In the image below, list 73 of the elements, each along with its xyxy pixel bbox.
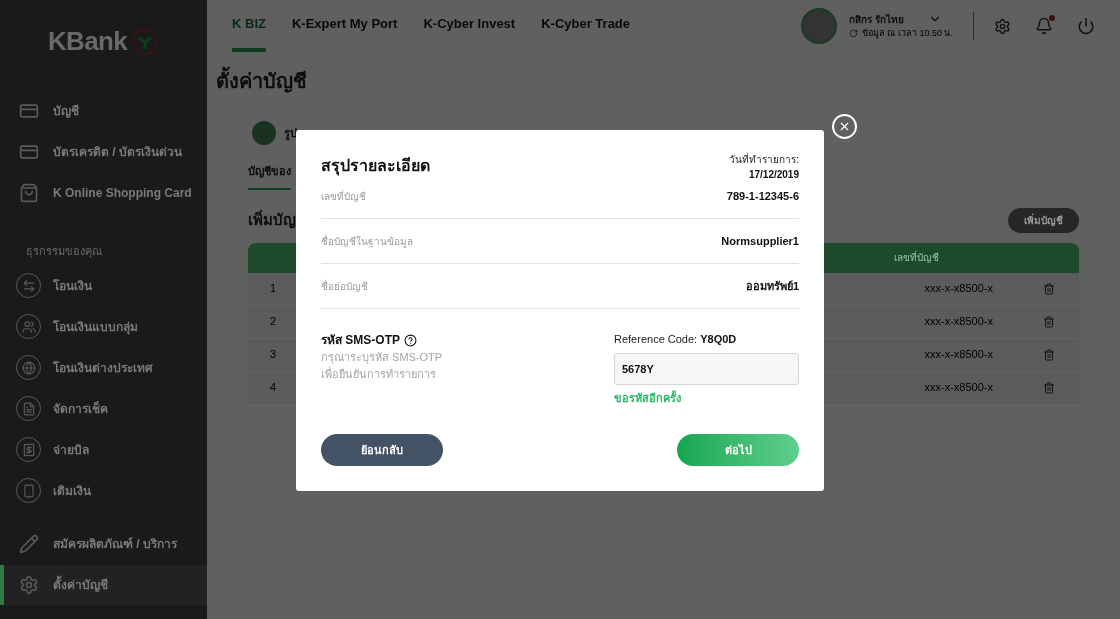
- sidebar-label: โอนเงินแบบกลุ่ม: [53, 318, 138, 336]
- refresh-icon[interactable]: [848, 29, 858, 38]
- otp-input-field[interactable]: 5678Y: [614, 352, 799, 385]
- field-label: เลขที่บัญชี: [321, 188, 366, 204]
- dialog-title: สรุปรายละเอียด: [321, 156, 430, 178]
- row-number: 3: [268, 347, 278, 363]
- sidebar-item[interactable]: โอนเงิน: [0, 265, 207, 306]
- close-button[interactable]: [832, 114, 857, 139]
- sidebar-item[interactable]: K Online Shopping Card: [0, 173, 207, 213]
- top-tab[interactable]: K-Cyber Invest: [423, 0, 516, 52]
- page-title: ตั้งค่าบัญชี: [216, 66, 1111, 96]
- notification-button[interactable]: [1035, 17, 1053, 35]
- section-heading: เพิ่มบัญ: [248, 208, 296, 231]
- account-number: xxx-x-x8500-x: [924, 380, 993, 396]
- update-time: ข้อมูล ณ เวลา 10.50 น.: [861, 26, 953, 41]
- close-icon: [838, 120, 851, 133]
- sidebar-label: ตั้งค่าบัญชี: [53, 575, 108, 594]
- resend-link[interactable]: ขอรหัสอีกครั้ง: [614, 389, 799, 406]
- top-tab[interactable]: K-Expert My Port: [291, 0, 398, 52]
- account-number: xxx-x-x8500-x: [924, 281, 993, 297]
- row-number: 1: [268, 281, 278, 297]
- delete-icon[interactable]: [1043, 381, 1055, 394]
- sidebar-item[interactable]: บัญชี: [0, 91, 207, 131]
- next-button[interactable]: ต่อไป: [677, 434, 799, 466]
- field-value: 789-1-12345-6: [726, 188, 799, 204]
- sidebar-label: เติมเงิน: [53, 482, 91, 500]
- date-value: 17/12/2019: [748, 168, 799, 182]
- column-header: เลขที่บัญชี: [894, 250, 939, 265]
- sidebar-label: จ่ายบิล: [53, 441, 89, 459]
- sidebar-label: จัดการเช็ค: [53, 400, 108, 418]
- sidebar-label: โอนเงินต่างประเทศ: [53, 359, 153, 377]
- otp-hint: กรุณาระบุรหัส SMS-OTP เพื่อยืนยันการทำรายการ: [321, 350, 443, 382]
- sidebar-label: K Online Shopping Card: [53, 185, 192, 202]
- account-tab[interactable]: บัญชีของ: [248, 163, 291, 190]
- reference-code: Reference Code: Y8Q0D: [614, 332, 738, 347]
- account-number: xxx-x-x8500-x: [924, 347, 993, 363]
- sidebar-label: สมัครผลิตภัณฑ์ / บริการ: [53, 535, 177, 553]
- sidebar-label: บัตรเครดิต / บัตรเงินด่วน: [53, 144, 182, 161]
- avatar[interactable]: [800, 8, 837, 44]
- help-icon[interactable]: [404, 333, 417, 347]
- date-label: วันที่ทำรายการ:: [729, 152, 799, 167]
- top-tab[interactable]: K-Cyber Trade: [541, 0, 631, 52]
- field-label: ชื่อบัญชีในฐานข้อมูล: [321, 233, 413, 249]
- row-number: 4: [268, 380, 278, 396]
- field-value: ออมทรัพย์1: [745, 278, 799, 294]
- back-button[interactable]: ย้อนกลับ: [321, 434, 443, 466]
- delete-icon[interactable]: [1043, 282, 1055, 295]
- sidebar-label: บัญชี: [53, 103, 79, 120]
- sidebar-item[interactable]: โอนเงินแบบกลุ่ม: [0, 306, 207, 347]
- logo-text: KBank: [47, 25, 128, 58]
- sidebar-item[interactable]: ตั้งค่าบัญชี: [0, 564, 207, 605]
- settings-icon[interactable]: [994, 17, 1011, 35]
- field-label: ชื่อย่อบัญชี: [321, 278, 368, 294]
- user-icon: [252, 121, 276, 145]
- sidebar-item[interactable]: สมัครผลิตภัณฑ์ / บริการ: [0, 523, 207, 564]
- sidebar-item[interactable]: จ่ายบิล: [0, 429, 207, 470]
- sidebar-item[interactable]: จัดการเช็ค: [0, 388, 207, 429]
- account-number: xxx-x-x8500-x: [924, 314, 993, 330]
- user-name: กสิกร รักไทย: [848, 12, 904, 27]
- sidebar-label: โอนเงิน: [53, 277, 92, 295]
- field-value: Normsupplier1: [721, 233, 799, 249]
- power-icon[interactable]: [1077, 17, 1095, 35]
- sidebar-item[interactable]: โอนเงินต่างประเทศ: [0, 347, 207, 388]
- row-number: 2: [268, 314, 278, 330]
- delete-icon[interactable]: [1043, 315, 1055, 328]
- sidebar-item[interactable]: บัตรเครดิต / บัตรเงินด่วน: [0, 132, 207, 172]
- otp-title: รหัส SMS-OTP: [321, 332, 400, 349]
- sidebar-item[interactable]: เติมเงิน: [0, 470, 207, 511]
- section-title: ธุรกรรมของคุณ: [25, 244, 103, 260]
- add-account-button[interactable]: เพิ่มบัญชี: [1008, 207, 1079, 233]
- delete-icon[interactable]: [1043, 348, 1055, 361]
- top-tab[interactable]: K BIZ: [232, 0, 266, 52]
- logo-icon: [131, 27, 160, 56]
